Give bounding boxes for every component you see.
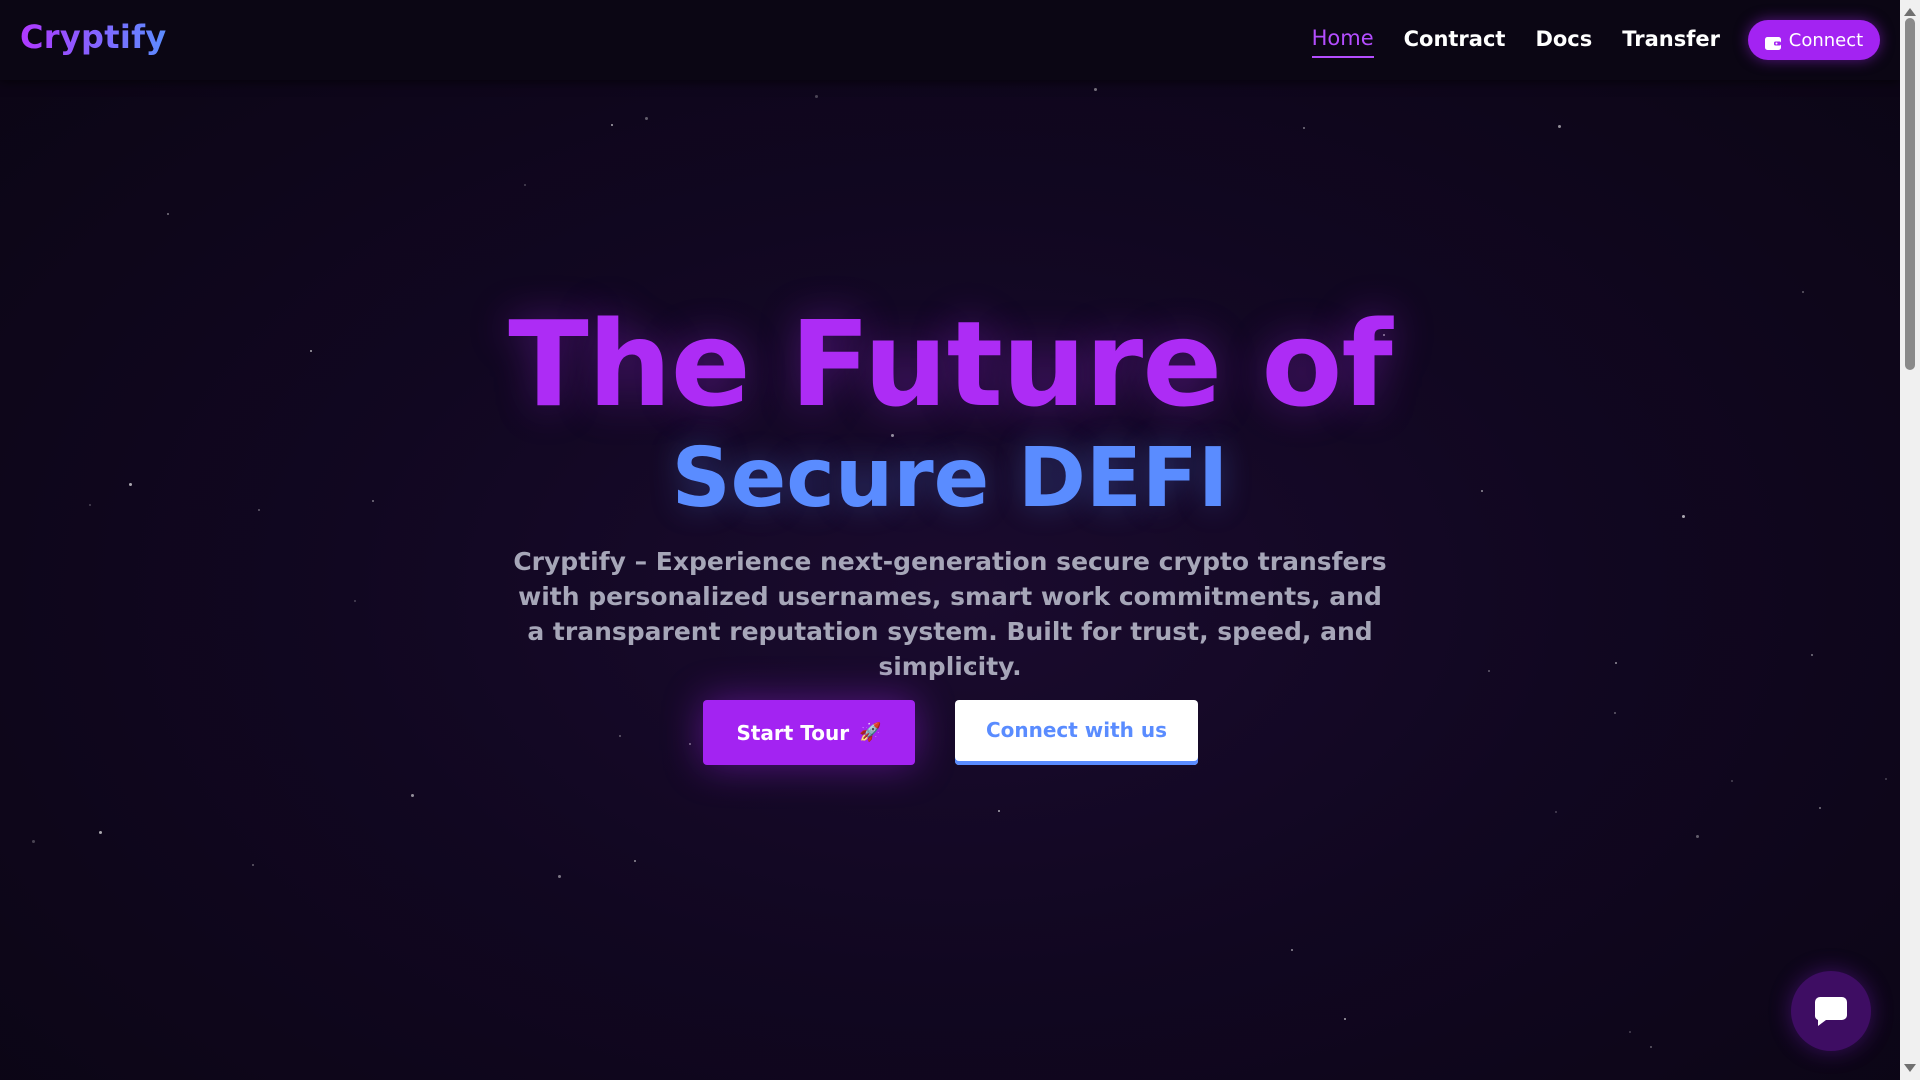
vertical-scrollbar[interactable] <box>1900 0 1920 1080</box>
nav-links: Home Contract Docs Transfer <box>1311 26 1720 58</box>
hero-title-line2: Secure DEFI <box>671 431 1229 526</box>
connect-wallet-label: Connect <box>1788 29 1864 51</box>
hero-subtitle: Cryptify – Experience next-generation se… <box>513 547 1387 681</box>
wallet-icon <box>1764 34 1781 50</box>
connect-with-us-button[interactable]: Connect with us <box>955 700 1198 765</box>
start-tour-label: Start Tour <box>736 720 850 745</box>
connect-wallet-button[interactable]: Connect <box>1748 20 1880 60</box>
nav-link-contract[interactable]: Contract <box>1404 27 1506 57</box>
chat-bubble-icon <box>1814 995 1848 1027</box>
scroll-up-arrow-icon[interactable] <box>1904 8 1916 16</box>
rocket-icon: 🚀 <box>859 722 882 743</box>
hero-title-line1: The Future of <box>508 295 1392 433</box>
nav-link-docs[interactable]: Docs <box>1535 27 1592 57</box>
top-navbar: Cryptify Home Contract Docs Transfer Con… <box>0 0 1900 80</box>
nav-link-home[interactable]: Home <box>1311 26 1374 58</box>
landing-page: Cryptify Home Contract Docs Transfer Con… <box>0 0 1920 1080</box>
scroll-thumb[interactable] <box>1905 18 1915 370</box>
nav-link-transfer[interactable]: Transfer <box>1622 27 1720 57</box>
chat-button[interactable] <box>1791 971 1871 1051</box>
hero-section: The Future of Secure DEFI Cryptify – Exp… <box>0 0 1900 1080</box>
start-tour-button[interactable]: Start Tour 🚀 <box>703 700 915 765</box>
scroll-down-arrow-icon[interactable] <box>1904 1064 1916 1072</box>
brand-logo[interactable]: Cryptify <box>20 18 166 56</box>
